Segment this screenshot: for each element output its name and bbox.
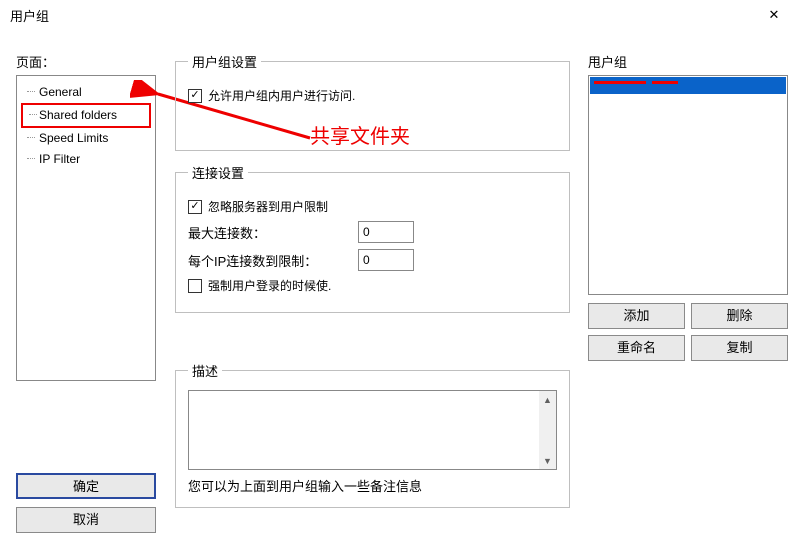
tree-item-shared-folders[interactable]: Shared folders [21, 103, 151, 128]
redaction-mark [594, 81, 646, 84]
group-list[interactable] [588, 75, 788, 295]
settings-panel: 用户组设置 允许用户组内用户进行访问. 连接设置 忽略服务器到用户限制 最大连接… [175, 52, 570, 533]
per-ip-input[interactable] [358, 249, 414, 271]
scrollbar[interactable]: ▲ ▼ [539, 391, 556, 469]
force-login-label: 强制用户登录的时候使. [208, 277, 331, 294]
description-fieldset: 描述 ▲ ▼ 您可以为上面到用户组输入一些备注信息 [175, 361, 570, 508]
group-settings-legend: 用户组设置 [188, 52, 261, 71]
titlebar: 用户组 ✕ [0, 0, 804, 30]
max-conn-row: 最大连接数： [188, 221, 557, 243]
close-icon[interactable]: ✕ [754, 0, 794, 30]
content-area: 页面： General Shared folders Speed Limits … [0, 30, 804, 549]
description-textarea[interactable]: ▲ ▼ [188, 390, 557, 470]
pages-label: 页面： [16, 52, 156, 71]
ignore-limits-row: 忽略服务器到用户限制 [188, 198, 557, 215]
group-panel: 甩户组 添加 删除 重命名 复制 [588, 52, 788, 361]
description-legend: 描述 [188, 361, 222, 380]
max-conn-input[interactable] [358, 221, 414, 243]
scroll-down-icon[interactable]: ▼ [539, 452, 556, 469]
group-buttons: 添加 删除 重命名 复制 [588, 303, 788, 361]
allow-access-label: 允许用户组内用户进行访问. [208, 87, 355, 104]
ok-button[interactable]: 确定 [16, 473, 156, 499]
group-list-item-selected[interactable] [590, 77, 786, 94]
redaction-mark [652, 81, 678, 84]
allow-access-row: 允许用户组内用户进行访问. [188, 87, 557, 104]
dialog-buttons: 确定 取消 [16, 465, 156, 533]
per-ip-row: 每个IP连接数到限制： [188, 249, 557, 271]
tree-item-speed-limits[interactable]: Speed Limits [21, 128, 151, 149]
force-login-row: 强制用户登录的时候使. [188, 277, 557, 294]
group-panel-label: 甩户组 [588, 52, 788, 71]
dialog-window: 用户组 ✕ 页面： General Shared folders Speed L… [0, 0, 804, 549]
remove-button[interactable]: 删除 [691, 303, 788, 329]
window-title: 用户组 [10, 6, 754, 25]
copy-button[interactable]: 复制 [691, 335, 788, 361]
rename-button[interactable]: 重命名 [588, 335, 685, 361]
tree-item-ip-filter[interactable]: IP Filter [21, 149, 151, 170]
pages-panel: 页面： General Shared folders Speed Limits … [16, 52, 156, 533]
add-button[interactable]: 添加 [588, 303, 685, 329]
force-login-checkbox[interactable] [188, 279, 202, 293]
allow-access-checkbox[interactable] [188, 89, 202, 103]
conn-settings-fieldset: 连接设置 忽略服务器到用户限制 最大连接数： 每个IP连接数到限制： 强制用户登… [175, 163, 570, 313]
description-hint: 您可以为上面到用户组输入一些备注信息 [188, 476, 557, 495]
per-ip-label: 每个IP连接数到限制： [188, 251, 358, 270]
ignore-limits-label: 忽略服务器到用户限制 [208, 198, 328, 215]
ignore-limits-checkbox[interactable] [188, 200, 202, 214]
tree-item-general[interactable]: General [21, 82, 151, 103]
cancel-button[interactable]: 取消 [16, 507, 156, 533]
pages-tree[interactable]: General Shared folders Speed Limits IP F… [16, 75, 156, 381]
group-settings-fieldset: 用户组设置 允许用户组内用户进行访问. [175, 52, 570, 151]
max-conn-label: 最大连接数： [188, 223, 358, 242]
scroll-up-icon[interactable]: ▲ [539, 391, 556, 408]
conn-settings-legend: 连接设置 [188, 163, 248, 182]
